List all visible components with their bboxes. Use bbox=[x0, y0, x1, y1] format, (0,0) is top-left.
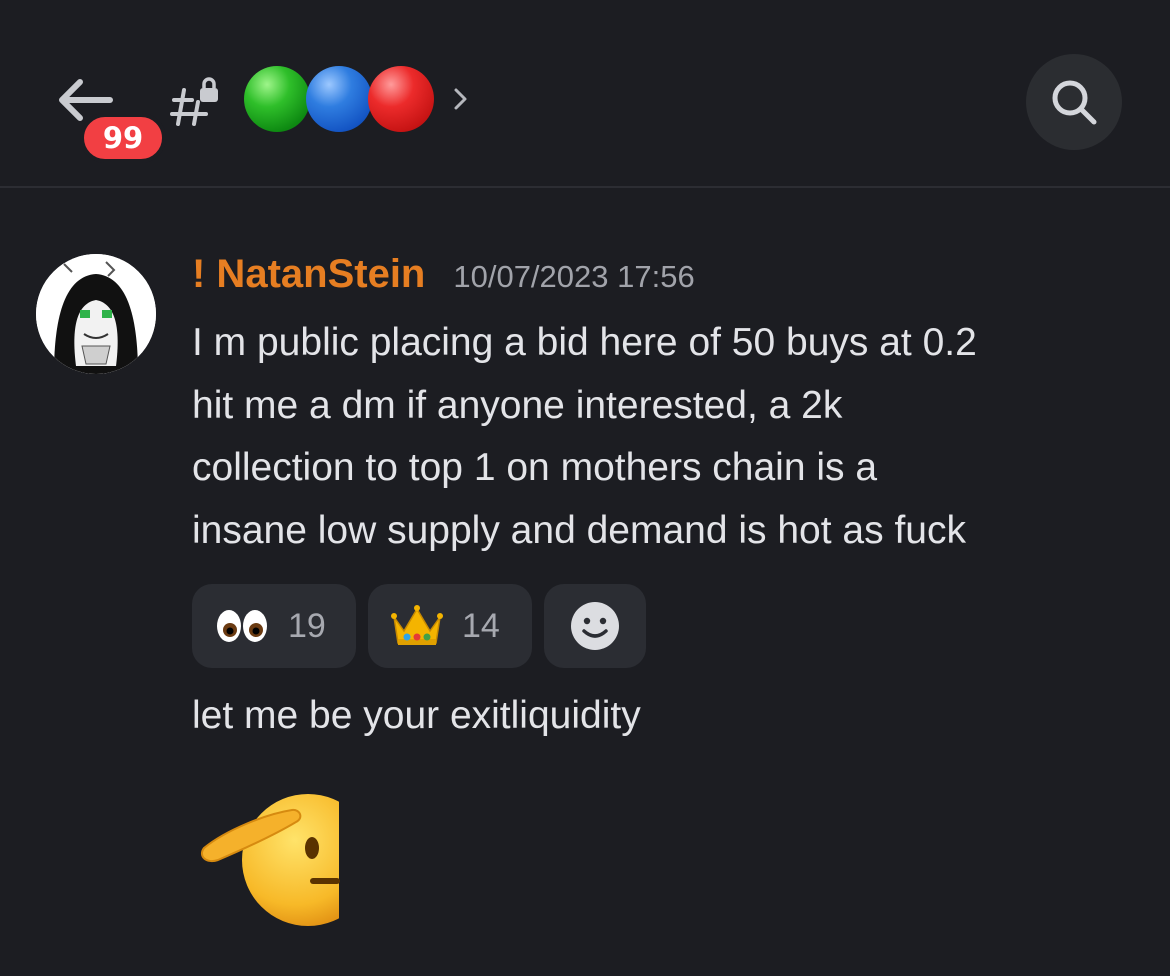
crown-emoji bbox=[391, 605, 443, 645]
add-reaction-smiley-icon bbox=[571, 602, 619, 650]
red-circle-emoji bbox=[368, 66, 434, 132]
search-icon bbox=[1052, 80, 1097, 125]
reaction-crown[interactable]: 14 bbox=[368, 584, 532, 668]
message-text: I m public placing a bid here of 50 buys… bbox=[192, 312, 1152, 562]
followup-message: let me be your exitliquidity bbox=[192, 694, 641, 737]
message-header: ! NatanStein 10/07/2023 17:56 bbox=[192, 252, 695, 304]
blue-circle-emoji bbox=[306, 66, 372, 132]
saluting-face-emoji bbox=[200, 790, 342, 926]
message-line: insane low supply and demand is hot as f… bbox=[192, 508, 966, 552]
reaction-count: 14 bbox=[462, 606, 500, 645]
channel-header: 99 bbox=[0, 0, 1170, 186]
eyes-emoji bbox=[217, 610, 267, 642]
header-divider bbox=[0, 186, 1170, 188]
hashtag-lock-icon bbox=[170, 77, 218, 126]
add-reaction-button[interactable] bbox=[544, 584, 646, 668]
reactions-bar: 19 14 bbox=[192, 584, 658, 668]
username[interactable]: ! NatanStein bbox=[192, 252, 425, 297]
reaction-count: 19 bbox=[288, 606, 326, 645]
reaction-eyes[interactable]: 19 bbox=[192, 584, 356, 668]
channel-name-button[interactable] bbox=[244, 66, 470, 132]
message-line: collection to top 1 on mothers chain is … bbox=[192, 446, 878, 489]
avatar-image bbox=[36, 254, 156, 374]
message-line: hit me a dm if anyone interested, a 2k bbox=[192, 383, 843, 427]
message-line: I m public placing a bid here of 50 buys… bbox=[192, 321, 977, 364]
unread-badge: 99 bbox=[80, 113, 166, 163]
green-circle-emoji bbox=[244, 66, 310, 132]
timestamp: 10/07/2023 17:56 bbox=[453, 259, 695, 294]
avatar[interactable] bbox=[36, 254, 156, 374]
chevron-right-icon bbox=[454, 88, 467, 110]
search-button[interactable] bbox=[1026, 54, 1122, 150]
